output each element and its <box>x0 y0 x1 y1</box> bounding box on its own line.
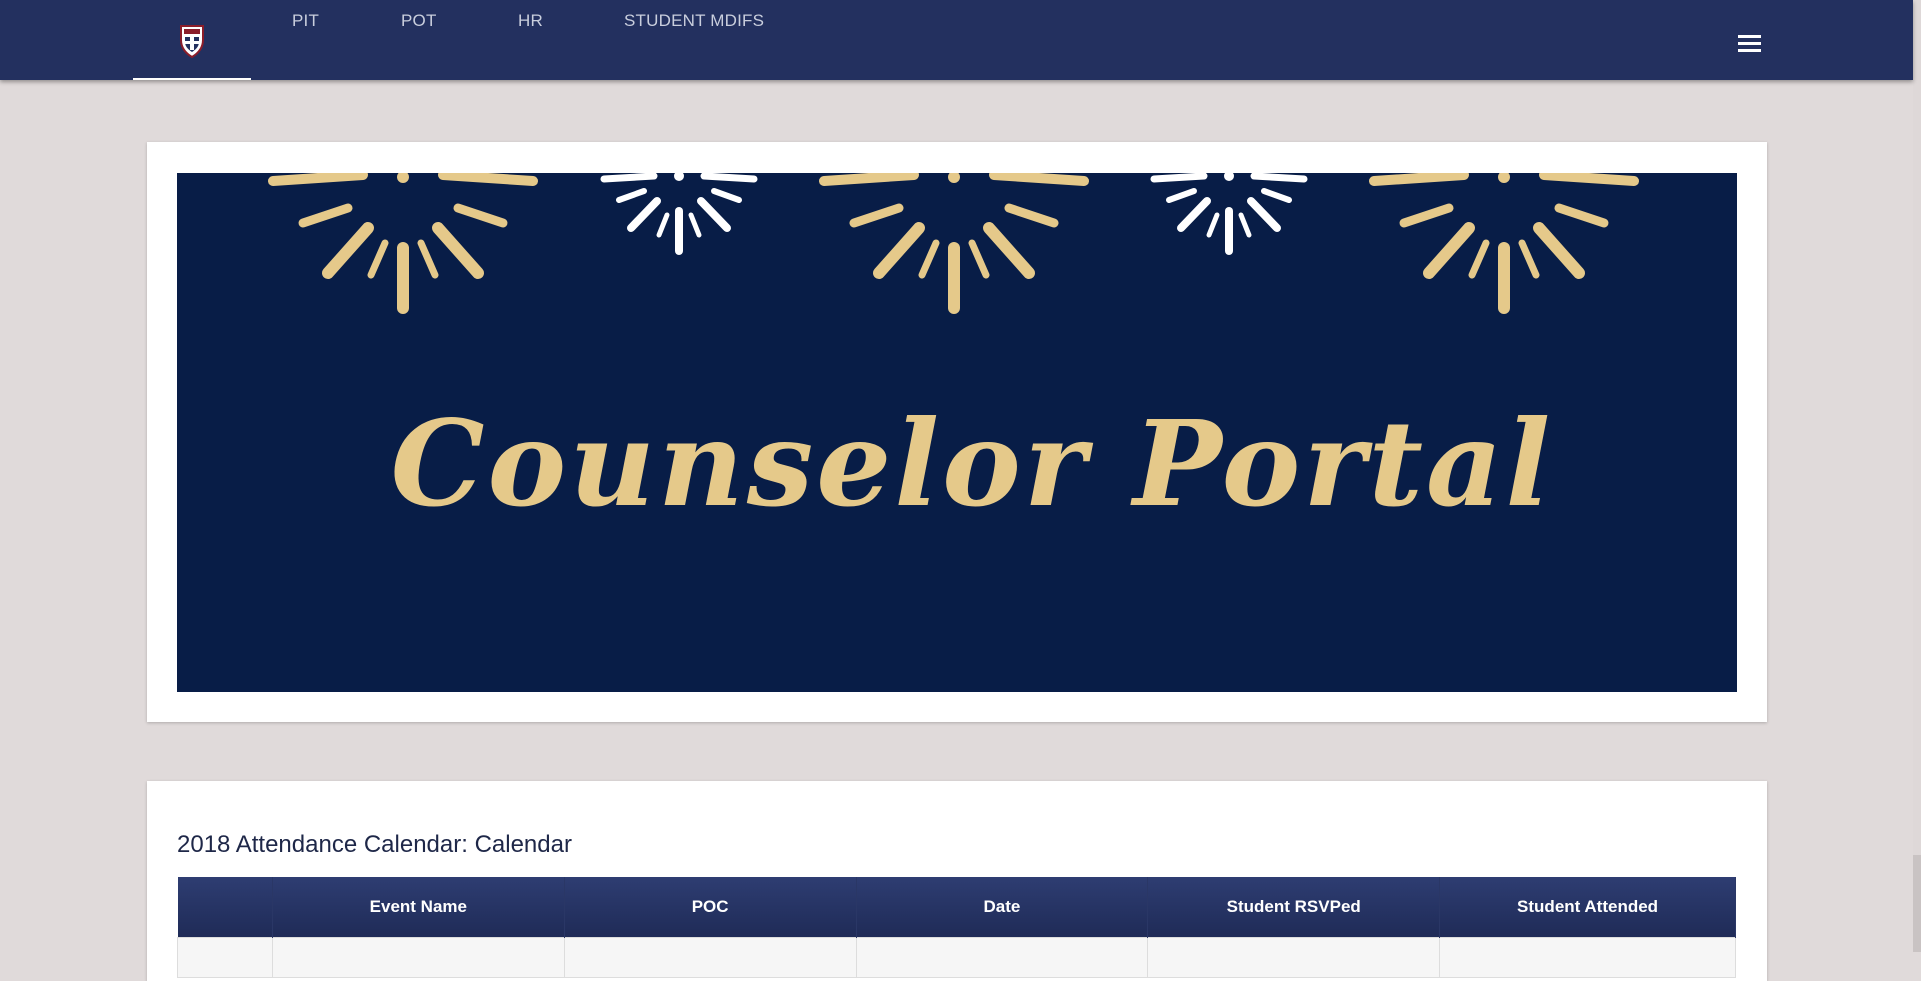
firework-burst <box>268 173 1639 314</box>
column-header-select[interactable] <box>177 877 273 937</box>
nav-item-pot[interactable]: POT <box>401 0 437 80</box>
page-scrollbar-thumb[interactable] <box>1913 0 1921 855</box>
counselor-portal-banner: Counselor Portal <box>177 173 1737 692</box>
banner-card: Counselor Portal <box>147 142 1767 722</box>
banner-title: Counselor Portal <box>391 394 1554 533</box>
column-header-student-attended[interactable]: Student Attended <box>1439 877 1736 937</box>
attendance-calendar-card: 2018 Attendance Calendar: Calendar Event… <box>147 781 1767 981</box>
column-header-poc[interactable]: POC <box>564 877 857 937</box>
nav-item-student-mdifs[interactable]: STUDENT MDIFS <box>624 0 764 80</box>
school-crest-icon <box>180 25 204 58</box>
home-logo-tab[interactable] <box>133 0 251 80</box>
active-tab-indicator <box>133 78 251 80</box>
table-row[interactable] <box>177 936 1736 978</box>
hamburger-menu-icon[interactable] <box>1732 28 1766 58</box>
top-navbar: PIT POT HR STUDENT MDIFS <box>0 0 1913 80</box>
attendance-table: Event Name POC Date Student RSVPed Stude… <box>177 877 1736 978</box>
nav-item-pit[interactable]: PIT <box>292 0 319 80</box>
calendar-title: 2018 Attendance Calendar: Calendar <box>177 831 572 858</box>
column-header-student-rsvped[interactable]: Student RSVPed <box>1147 877 1441 937</box>
fireworks-decoration: Counselor Portal <box>268 173 1639 533</box>
column-header-date[interactable]: Date <box>856 877 1149 937</box>
column-header-event-name[interactable]: Event Name <box>272 877 565 937</box>
table-header-row: Event Name POC Date Student RSVPed Stude… <box>177 877 1736 937</box>
firework-burst-white <box>600 173 1308 255</box>
nav-item-hr[interactable]: HR <box>518 0 543 80</box>
